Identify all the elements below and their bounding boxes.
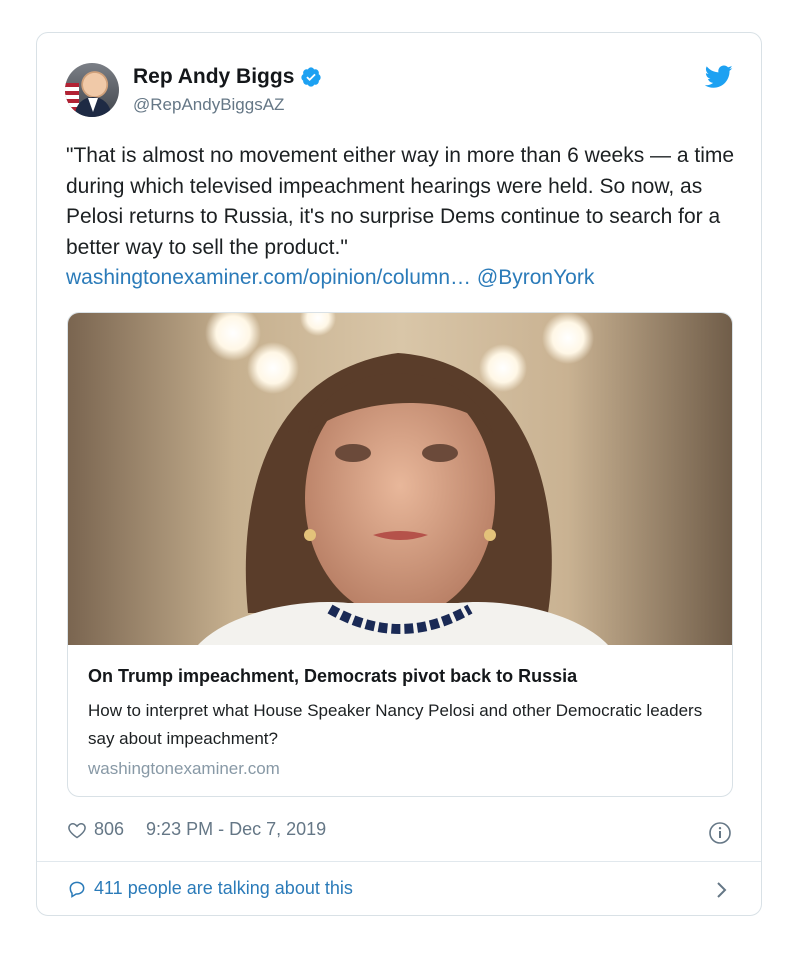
card-title[interactable]: On Trump impeachment, Democrats pivot ba… xyxy=(88,666,577,687)
card-domain: washingtonexaminer.com xyxy=(88,759,280,778)
speech-bubble-icon xyxy=(69,881,85,898)
conversation-link[interactable]: 411 people are talking about this xyxy=(67,878,353,899)
like-count[interactable]: 806 xyxy=(94,819,124,840)
twitter-bird-icon[interactable] xyxy=(705,65,733,89)
chevron-right-icon[interactable] xyxy=(715,879,729,901)
card-description: How to interpret what House Speaker Nanc… xyxy=(88,701,703,748)
author-name[interactable]: Rep Andy Biggs xyxy=(133,65,294,89)
tweet-text: "That is almost no movement either way i… xyxy=(66,141,746,294)
author-name-row[interactable]: Rep Andy Biggs xyxy=(133,65,322,89)
info-icon[interactable] xyxy=(708,821,732,845)
mention-link[interactable]: @ByronYork xyxy=(477,266,594,289)
divider xyxy=(37,861,761,862)
tweet-timestamp[interactable]: 9:23 PM - Dec 7, 2019 xyxy=(146,819,326,840)
link-preview-card[interactable]: On Trump impeachment, Democrats pivot ba… xyxy=(67,312,733,797)
tweet-body: "That is almost no movement either way i… xyxy=(66,144,735,259)
author-handle[interactable]: @RepAndyBiggsAZ xyxy=(133,95,284,115)
article-photo[interactable] xyxy=(68,313,733,645)
article-link[interactable]: washingtonexaminer.com/opinion/column… xyxy=(66,266,471,289)
talking-count[interactable]: 411 people are talking about this xyxy=(94,878,353,899)
verified-badge-icon xyxy=(301,67,322,87)
heart-icon[interactable] xyxy=(67,820,87,840)
tweet-meta: 806 9:23 PM - Dec 7, 2019 xyxy=(67,819,326,840)
author-avatar[interactable] xyxy=(65,63,119,117)
tweet-embed-card: Rep Andy Biggs @RepAndyBiggsAZ "That is … xyxy=(36,32,762,916)
